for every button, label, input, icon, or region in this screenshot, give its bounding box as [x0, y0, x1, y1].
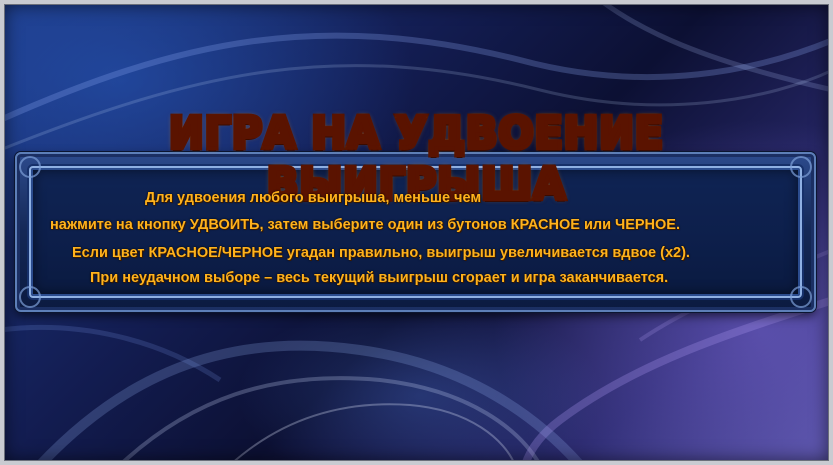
double-up-help-screen: ИГРА НА УДВОЕНИЕ ВЫИГРЫША ИГРА НА УДВОЕН…: [0, 0, 833, 465]
corner-ornament: [790, 286, 812, 308]
rules-line-4: При неудачном выборе – весь текущий выиг…: [90, 270, 669, 286]
rules-line-1: Для удвоения любого выигрыша, меньше чем: [145, 190, 482, 206]
corner-ornament: [19, 286, 41, 308]
rules-line-2: нажмите на кнопку УДВОИТЬ, затем выберит…: [50, 217, 680, 233]
rules-line-3: Если цвет КРАСНОЕ/ЧЕРНОЕ угадан правильн…: [72, 245, 690, 261]
